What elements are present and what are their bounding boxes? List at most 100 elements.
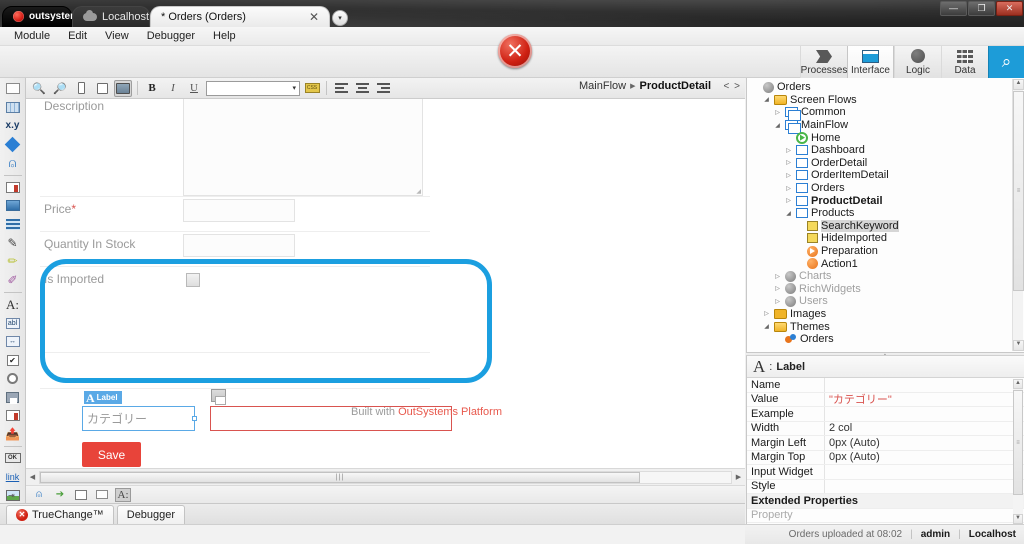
tree-expander-icon[interactable]: ▷ [773, 298, 782, 305]
tree-node-mainflow[interactable]: ◢ MainFlow [751, 119, 1024, 135]
tree-expander-icon[interactable]: ▷ [773, 273, 782, 280]
edit-record-icon[interactable] [3, 180, 23, 195]
tree-expander-icon[interactable]: ▷ [773, 285, 782, 292]
ribbon-button-interface[interactable]: Interface [847, 46, 894, 78]
tree-node-dashboard[interactable]: ▷ Dashboard [751, 144, 1024, 157]
style-class-select[interactable]: ▾ [206, 80, 300, 96]
module-tree-panel[interactable]: Orders ◢ Screen Flows ▷ Common ◢ MainFlow Home ▷… [746, 78, 1024, 352]
css-icon[interactable]: CSS [303, 80, 321, 97]
widget-icon-small[interactable]: ⍝ [31, 488, 47, 502]
properties-scroll-thumb[interactable]: ≡ [1013, 390, 1023, 495]
underline-button[interactable]: U [185, 80, 203, 97]
property-value[interactable]: 0px (Auto)▾ [825, 451, 1024, 463]
tab-debugger[interactable]: Debugger [116, 505, 186, 524]
tree-node-common[interactable]: ▷ Common [751, 106, 1024, 122]
input-group-icon[interactable]: ↔ [3, 334, 23, 349]
widget-icon[interactable]: ⍝ [3, 155, 23, 171]
maximize-button[interactable]: ❐ [968, 1, 995, 16]
tree-node-productdetail[interactable]: ▷ ProductDetail [751, 194, 1024, 207]
quantity-input[interactable] [183, 234, 295, 257]
phone-preview-icon[interactable] [72, 80, 90, 97]
tree-node-orderdetail[interactable]: ▷ OrderDetail [751, 157, 1024, 170]
list-box-icon[interactable] [3, 389, 23, 404]
paint-icon[interactable]: ✐ [3, 272, 23, 287]
table-icon[interactable] [3, 99, 23, 114]
input-icon[interactable]: abl [3, 316, 23, 331]
tree-expander-icon[interactable]: ▷ [784, 159, 793, 166]
highlight-icon[interactable]: ✎ [3, 235, 23, 250]
property-value[interactable]: "カテゴリー"▾ [825, 391, 1024, 407]
menu-item-edit[interactable]: Edit [60, 28, 95, 44]
tree-node-users[interactable]: ▷ Users [751, 295, 1024, 308]
tree-scroll-thumb[interactable]: ≡ [1013, 91, 1024, 291]
hscroll-thumb[interactable]: ||| [40, 471, 640, 483]
upload-icon[interactable]: 📤 [3, 426, 23, 441]
zoom-in-icon[interactable]: 🔎 [51, 80, 69, 97]
isimported-checkbox[interactable] [186, 273, 200, 287]
tree-expander-icon[interactable]: ▷ [784, 197, 793, 204]
tablet-preview-icon[interactable] [93, 80, 111, 97]
list-records-icon[interactable] [3, 217, 23, 232]
property-row-width[interactable]: Width2 col▾ [747, 421, 1024, 436]
menu-item-debugger[interactable]: Debugger [139, 28, 203, 44]
tree-node-action1[interactable]: Action1 [751, 257, 1024, 270]
marker-icon[interactable]: ✏ [3, 254, 23, 269]
publish-icon[interactable]: ➔ [52, 488, 68, 502]
tree-node-charts[interactable]: ▷ Charts [751, 270, 1024, 283]
hscroll-track[interactable]: ||| [39, 470, 732, 484]
align-right-icon[interactable] [374, 80, 392, 97]
tree-expander-icon[interactable]: ▷ [784, 185, 793, 192]
record-list-icon[interactable] [73, 488, 89, 502]
tree-expander-icon[interactable]: ▷ [762, 310, 771, 317]
screen-canvas[interactable]: Description Price* Quantity In Stock Is … [26, 99, 745, 468]
container-icon[interactable] [3, 81, 23, 96]
tree-expander-icon[interactable]: ◢ [784, 210, 793, 217]
error-badge-icon[interactable]: ✕ [498, 34, 532, 68]
tree-node-themes[interactable]: ◢ Themes [751, 320, 1024, 333]
minimize-button[interactable]: — [940, 1, 967, 16]
label-icon-small[interactable]: A: [115, 487, 131, 502]
property-value[interactable]: 0px (Auto)▾ [825, 437, 1024, 449]
breadcrumb-screen[interactable]: ProductDetail [639, 80, 711, 92]
ribbon-button-processes[interactable]: Processes [800, 46, 847, 78]
tree-node-preparation[interactable]: Preparation [751, 245, 1024, 258]
canvas-horizontal-scrollbar[interactable]: ◀ ||| ▶ [26, 468, 745, 485]
tree-scroll-up-icon[interactable]: ▲ [1013, 79, 1024, 90]
menu-item-module[interactable]: Module [6, 28, 58, 44]
tree-expander-icon[interactable]: ◢ [762, 323, 771, 330]
window-close-button[interactable]: ✕ [996, 1, 1023, 16]
tree-node-products[interactable]: ◢ Products [751, 207, 1024, 220]
tree-node-orders[interactable]: Orders [751, 333, 1024, 346]
combo-box-icon[interactable] [3, 408, 23, 423]
tab-localhost[interactable]: Localhost [72, 6, 150, 27]
close-icon[interactable]: ✕ [309, 11, 319, 23]
menu-item-help[interactable]: Help [205, 28, 244, 44]
breadcrumb-nav-icon[interactable]: < > [724, 81, 741, 92]
tab-truechange[interactable]: ✕ TrueChange™ [6, 505, 114, 524]
search-icon[interactable]: ⌕ [988, 46, 1024, 78]
tree-node-richwidgets[interactable]: ▷ RichWidgets [751, 283, 1024, 296]
property-value[interactable]: 2 col▾ [825, 422, 1024, 434]
if-icon[interactable] [3, 136, 23, 152]
property-row-input-widget[interactable]: Input Widget▾ [747, 465, 1024, 480]
tree-expander-icon[interactable]: ▷ [784, 147, 793, 154]
property-row-style[interactable]: Style▾ [747, 479, 1024, 494]
container-icon-small[interactable] [94, 488, 110, 502]
description-textarea[interactable] [183, 99, 423, 196]
align-left-icon[interactable] [332, 80, 350, 97]
label-icon[interactable]: A: [3, 297, 23, 313]
italic-button[interactable]: I [164, 80, 182, 97]
category-label-widget[interactable]: カテゴリー [82, 406, 195, 431]
save-button[interactable]: Save [82, 442, 141, 467]
tree-node-screen flows[interactable]: ◢ Screen Flows [751, 94, 1024, 107]
tree-node-orderitemdetail[interactable]: ▷ OrderItemDetail [751, 169, 1024, 182]
tab-outsystems[interactable]: outsystems [2, 6, 85, 27]
menu-item-view[interactable]: View [97, 28, 137, 44]
bold-button[interactable]: B [143, 80, 161, 97]
checkbox-icon[interactable]: ✔ [3, 352, 23, 367]
ribbon-button-data[interactable]: Data [941, 46, 988, 78]
link-icon[interactable]: link [3, 469, 23, 484]
tree-node-searchkeyword[interactable]: SearchKeyword [751, 219, 1024, 233]
scroll-right-icon[interactable]: ▶ [732, 473, 745, 481]
align-center-icon[interactable] [353, 80, 371, 97]
